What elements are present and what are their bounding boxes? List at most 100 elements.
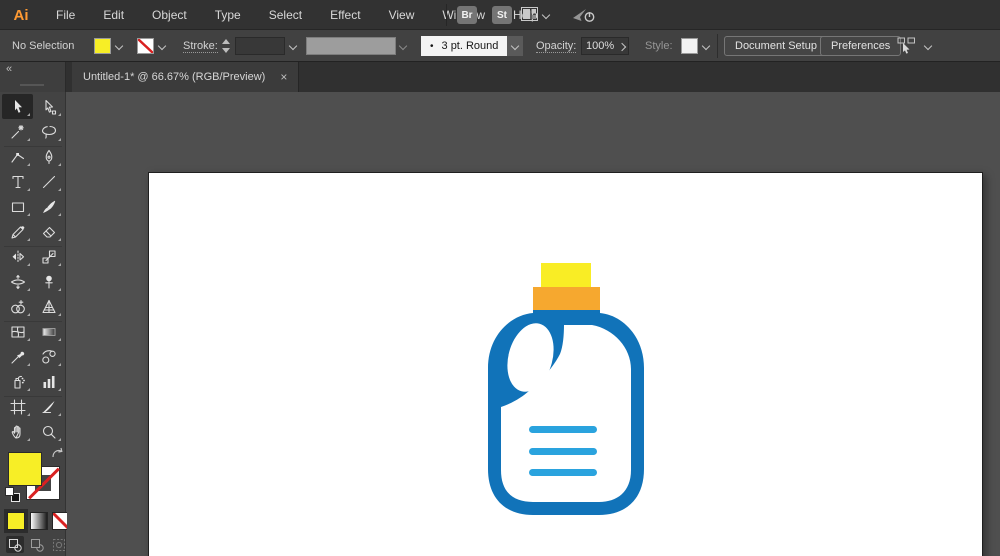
style-chevron-icon[interactable] <box>702 43 711 52</box>
tool-slice[interactable] <box>33 394 64 419</box>
control-bar: No Selection Stroke: • 3 pt. Round Opaci… <box>0 30 1000 62</box>
menu-edit[interactable]: Edit <box>89 0 138 30</box>
tab-bar: « Untitled-1* @ 66.67% (RGB/Preview) × <box>0 62 1000 92</box>
stroke-chevron-icon[interactable] <box>158 43 167 52</box>
main-area <box>0 92 1000 556</box>
tool-rectangle[interactable] <box>2 194 33 219</box>
document-setup-button[interactable]: Document Setup <box>724 36 828 56</box>
tool-pencil[interactable] <box>2 219 33 244</box>
width-profile-chevron-icon[interactable] <box>399 43 408 52</box>
color-button[interactable] <box>7 512 25 530</box>
menu-select[interactable]: Select <box>255 0 316 30</box>
collapse-panel-icon[interactable]: « <box>6 63 12 75</box>
tool-width[interactable] <box>2 269 33 294</box>
workspace-switcher-icon[interactable] <box>521 7 538 26</box>
document-tab[interactable]: Untitled-1* @ 66.67% (RGB/Preview) × <box>72 62 300 92</box>
swap-fill-stroke-icon[interactable] <box>51 447 64 465</box>
tool-selection[interactable] <box>2 94 33 119</box>
tool-perspective-grid[interactable] <box>33 294 64 319</box>
bridge-icon[interactable]: Br <box>457 6 477 24</box>
tool-group-divider <box>4 246 62 247</box>
opacity-value: 100% <box>586 40 615 52</box>
bottle-label-lines[interactable] <box>529 426 597 476</box>
stroke-label[interactable]: Stroke: <box>183 40 218 53</box>
draw-behind-button[interactable] <box>28 536 46 553</box>
brush-definition-dropdown[interactable]: • 3 pt. Round <box>421 36 507 56</box>
tool-pen[interactable] <box>33 144 64 169</box>
style-label: Style: <box>645 40 673 52</box>
tools-panel <box>0 92 70 556</box>
tool-gradient[interactable] <box>33 319 64 344</box>
style-swatch[interactable] <box>681 38 698 54</box>
tab-close-icon[interactable]: × <box>280 70 287 84</box>
artboard[interactable] <box>148 172 983 556</box>
tool-group-divider <box>4 321 62 322</box>
tool-artboard[interactable] <box>2 394 33 419</box>
tool-lasso[interactable] <box>33 119 64 144</box>
panel-grip[interactable] <box>20 84 44 86</box>
controlbar-separator <box>717 34 718 58</box>
touch-workspace-chevron-icon[interactable] <box>924 43 933 52</box>
stroke-color-swatch[interactable] <box>137 38 154 54</box>
document-tab-title: Untitled-1* @ 66.67% (RGB/Preview) <box>83 71 266 83</box>
stock-icon[interactable]: St <box>492 6 512 24</box>
touch-workspace-icon[interactable] <box>897 37 918 57</box>
tool-line-segment[interactable] <box>33 169 64 194</box>
tool-type[interactable] <box>2 169 33 194</box>
bottle-body[interactable] <box>488 310 644 515</box>
tool-curvature[interactable] <box>2 144 33 169</box>
fill-proxy-swatch[interactable] <box>8 452 42 486</box>
tool-direct-selection[interactable] <box>33 94 64 119</box>
menu-object[interactable]: Object <box>138 0 201 30</box>
draw-inside-button[interactable] <box>50 536 68 553</box>
illustrator-window: Ai FileEditObjectTypeSelectEffectViewWin… <box>0 0 1000 556</box>
default-fill-mini-swatch[interactable] <box>5 487 14 496</box>
menu-bar: Ai FileEditObjectTypeSelectEffectViewWin… <box>0 0 1000 30</box>
tools-panel-header: « <box>0 62 66 92</box>
tool-reflect[interactable] <box>2 244 33 269</box>
tool-symbol-sprayer[interactable] <box>2 369 33 394</box>
bottle-illustration[interactable] <box>481 256 651 521</box>
stroke-weight-chevron-icon[interactable] <box>289 43 298 52</box>
label-line[interactable] <box>529 426 597 433</box>
tool-scale[interactable] <box>33 244 64 269</box>
brush-definition-value: 3 pt. Round <box>441 40 499 52</box>
fill-chevron-icon[interactable] <box>115 43 124 52</box>
brush-dot-icon: • <box>430 40 434 52</box>
tool-group-divider <box>4 396 62 397</box>
gpu-performance-icon[interactable] <box>572 7 596 29</box>
preferences-button[interactable]: Preferences <box>820 36 902 56</box>
tool-eraser[interactable] <box>33 219 64 244</box>
label-line[interactable] <box>529 469 597 476</box>
bottle-cap-top[interactable] <box>541 263 591 287</box>
tool-column-graph[interactable] <box>33 369 64 394</box>
stroke-weight-stepper[interactable] <box>222 39 231 53</box>
bottle-cap-base[interactable] <box>533 287 600 310</box>
tool-zoom[interactable] <box>33 419 64 444</box>
label-line[interactable] <box>529 448 597 455</box>
canvas[interactable] <box>67 92 1000 556</box>
gradient-button[interactable] <box>30 512 48 530</box>
menu-view[interactable]: View <box>375 0 429 30</box>
opacity-field[interactable]: 100% <box>581 37 629 55</box>
tool-puppet-warp[interactable] <box>33 269 64 294</box>
tool-magic-wand[interactable] <box>2 119 33 144</box>
draw-normal-button[interactable] <box>6 536 24 553</box>
brush-chevron-button[interactable] <box>507 36 523 56</box>
tool-hand[interactable] <box>2 419 33 444</box>
menu-type[interactable]: Type <box>201 0 255 30</box>
tool-blend[interactable] <box>33 344 64 369</box>
workspace-chevron-icon[interactable] <box>542 12 551 21</box>
tool-shape-builder[interactable] <box>2 294 33 319</box>
opacity-label[interactable]: Opacity: <box>536 40 577 53</box>
menu-effect[interactable]: Effect <box>316 0 374 30</box>
variable-width-profile-box[interactable] <box>306 37 396 55</box>
tool-eyedropper[interactable] <box>2 344 33 369</box>
tool-mesh[interactable] <box>2 319 33 344</box>
tool-paintbrush[interactable] <box>33 194 64 219</box>
menu-file[interactable]: File <box>42 0 89 30</box>
opacity-flyout-icon[interactable] <box>618 44 627 53</box>
selection-status: No Selection <box>12 40 75 52</box>
stroke-weight-field[interactable] <box>235 37 285 55</box>
fill-color-swatch[interactable] <box>94 38 111 54</box>
